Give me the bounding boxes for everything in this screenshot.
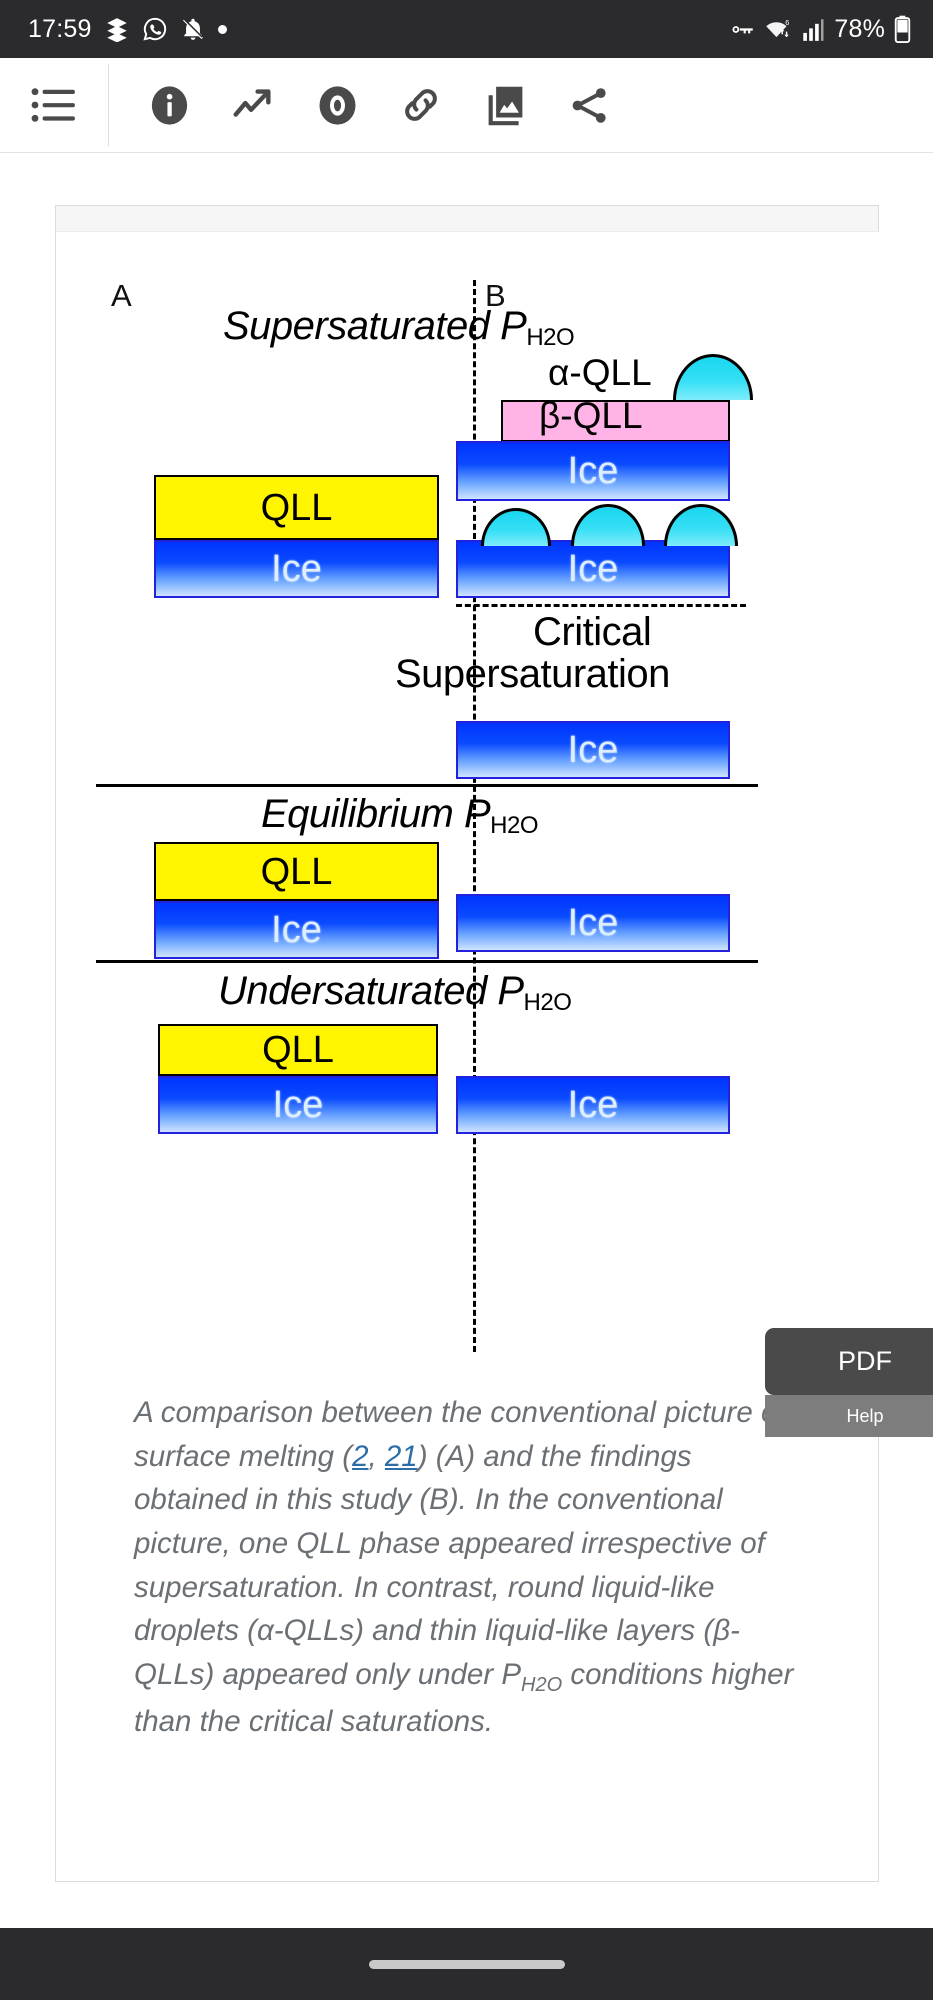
- pdf-button-label: PDF: [838, 1346, 892, 1376]
- screen: 17:59 6 78% A B Supersaturated PH2O α-QL…: [0, 0, 933, 2000]
- ice-label: Ice: [567, 548, 619, 590]
- qll-label: QLL: [262, 1029, 334, 1071]
- qll-block-a-supersat: QLL: [154, 475, 439, 540]
- alpha-qll-callout: α-QLL: [548, 352, 652, 393]
- whatsapp-icon: [142, 16, 168, 42]
- figure-caption: A comparison between the conventional pi…: [134, 1391, 802, 1744]
- home-gesture-pill[interactable]: [368, 1959, 565, 1969]
- menu-list-icon[interactable]: [0, 86, 108, 124]
- alpha-qll-droplet: [673, 354, 753, 400]
- heading-critical-line1: Critical: [533, 610, 652, 654]
- ice-label: Ice: [271, 548, 322, 590]
- battery-percent-label: 78%: [834, 14, 885, 43]
- dot-icon: [217, 24, 227, 34]
- bell-muted-icon: [180, 16, 206, 42]
- caption-subscript: H2O: [521, 1673, 563, 1696]
- info-icon[interactable]: [127, 58, 211, 153]
- critical-supersaturation-boundary: [456, 604, 746, 607]
- signal-bars-icon: [802, 17, 825, 42]
- app-toolbar: [0, 58, 933, 153]
- qll-block-a-equilibrium: QLL: [154, 842, 439, 901]
- qll-block-a-undersat: QLL: [158, 1024, 438, 1076]
- ice-label: Ice: [567, 1084, 619, 1126]
- svg-text:6: 6: [786, 17, 790, 26]
- app-badge-icon: [104, 16, 130, 42]
- undersaturated-separator-line: [96, 960, 758, 963]
- caption-comma: ,: [368, 1439, 385, 1473]
- status-bar-left: 17:59: [28, 15, 227, 44]
- heading-critical-line2: Supersaturation: [395, 652, 670, 696]
- toolbar-actions: [109, 58, 933, 153]
- equilibrium-separator-line: [96, 784, 758, 787]
- qll-label: QLL: [260, 850, 333, 893]
- status-bar: 17:59 6 78%: [0, 0, 933, 58]
- vpn-key-icon: [728, 16, 755, 43]
- citation-link-21[interactable]: 21: [385, 1440, 418, 1473]
- ice-block-b-mid: Ice: [456, 721, 730, 779]
- ice-block-a-equilibrium: Ice: [154, 901, 439, 959]
- ice-block-a-undersat: Ice: [158, 1076, 438, 1134]
- heading-supersaturated: Supersaturated PH2O: [223, 304, 575, 351]
- ice-block-b-undersat: Ice: [456, 1076, 730, 1134]
- caption-part-2: ) (A) and the findings obtained in this …: [134, 1439, 765, 1691]
- battery-icon: [894, 15, 911, 43]
- heading-equilibrium: Equilibrium PH2O: [261, 792, 539, 839]
- alpha-qll-droplet: [571, 504, 645, 546]
- help-button[interactable]: Help: [765, 1395, 933, 1437]
- figure-canvas: A B Supersaturated PH2O α-QLL β-QLL Ice: [78, 242, 858, 1367]
- article-figure-card: A B Supersaturated PH2O α-QLL β-QLL Ice: [55, 205, 880, 1882]
- ice-label: Ice: [567, 450, 619, 492]
- heading-undersaturated: Undersaturated PH2O: [218, 969, 572, 1016]
- system-navigation-bar: [0, 1928, 933, 2000]
- share-icon[interactable]: [547, 58, 631, 153]
- figure-card-topbar: [56, 206, 878, 232]
- qll-label: QLL: [260, 486, 333, 529]
- citation-link-2[interactable]: 2: [352, 1440, 368, 1473]
- figure-surface-melting-diagram[interactable]: A B Supersaturated PH2O α-QLL β-QLL Ice: [56, 232, 880, 1372]
- pdf-button[interactable]: PDF: [765, 1328, 933, 1395]
- ice-block-b-equilibrium: Ice: [456, 894, 730, 952]
- metrics-trending-icon[interactable]: [211, 58, 295, 153]
- eye-view-icon[interactable]: [295, 58, 379, 153]
- beta-qll-callout: β-QLL: [539, 395, 643, 436]
- ice-label: Ice: [567, 902, 619, 944]
- alpha-qll-droplet: [481, 508, 551, 546]
- figures-gallery-icon[interactable]: [463, 58, 547, 153]
- link-icon[interactable]: [379, 58, 463, 153]
- wifi-6-icon: 6: [764, 16, 793, 43]
- help-button-label: Help: [846, 1405, 884, 1426]
- panel-a-label: A: [111, 278, 132, 313]
- status-bar-right: 6 78%: [728, 15, 911, 44]
- ice-label: Ice: [271, 909, 322, 951]
- ice-label: Ice: [272, 1084, 324, 1126]
- ice-block-a-supersat: Ice: [154, 540, 439, 598]
- ice-label: Ice: [567, 729, 619, 771]
- alpha-qll-droplet: [664, 504, 738, 546]
- ice-block-b-top: Ice: [456, 441, 730, 501]
- ice-block-b-supersat: Ice: [456, 540, 730, 598]
- status-clock: 17:59: [28, 14, 92, 43]
